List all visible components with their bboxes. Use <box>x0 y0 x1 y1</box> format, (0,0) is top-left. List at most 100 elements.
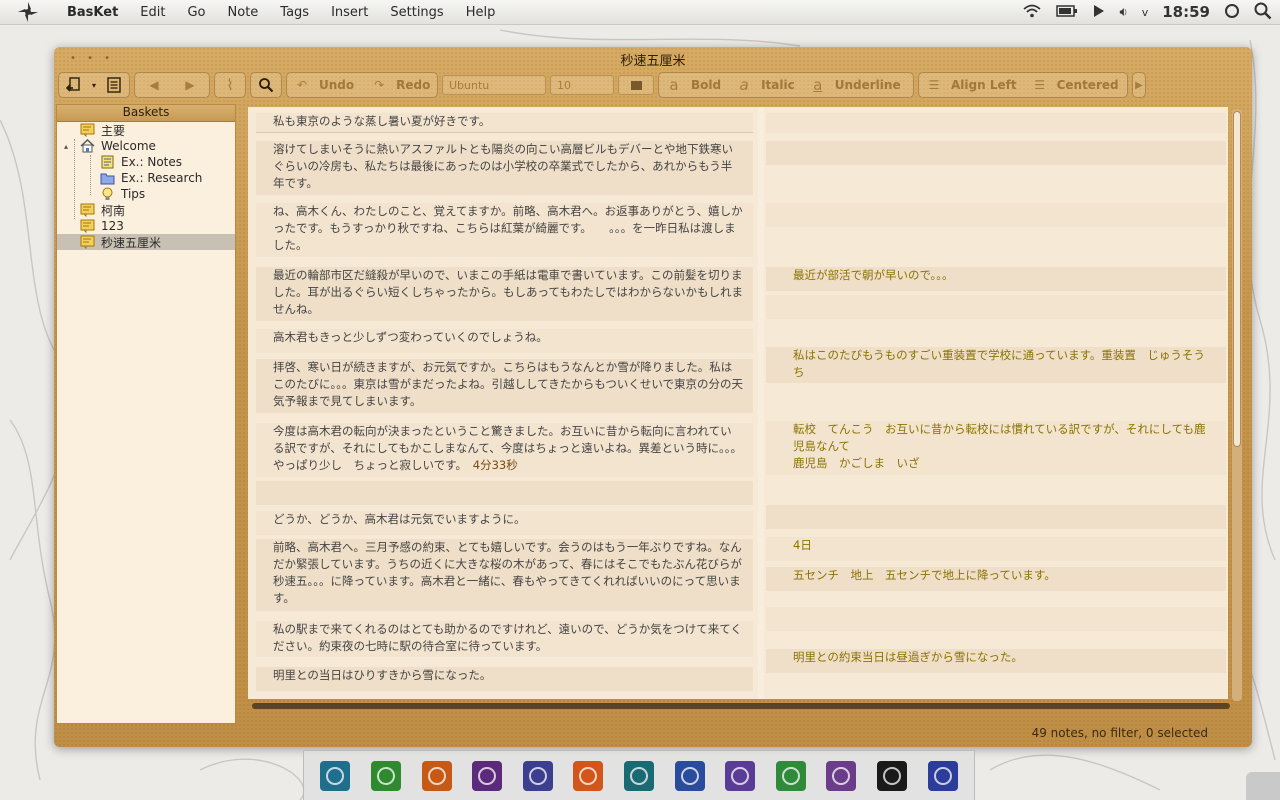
tree-item-conan[interactable]: 柯南 <box>57 202 235 218</box>
toolbar-group-align: ☰ Align Left ☰ Centered <box>918 72 1128 98</box>
note-item-empty[interactable] <box>766 505 1226 529</box>
music-app-icon[interactable] <box>472 760 503 791</box>
centered-button[interactable]: Centered <box>1057 78 1119 92</box>
toolbar-more-icon[interactable]: ▶ <box>1135 75 1143 95</box>
chevron-down-icon[interactable]: v <box>1142 6 1149 19</box>
note-item[interactable]: 最近が部活で朝が早いので。。。 <box>766 267 1226 291</box>
back-arrow-icon[interactable]: ◀ <box>139 75 169 95</box>
tree-item-label: 柯南 <box>101 203 126 218</box>
column-splitter[interactable] <box>758 107 764 699</box>
photoshop-icon[interactable] <box>927 760 958 791</box>
vertical-scrollbar-thumb[interactable] <box>1233 111 1241 447</box>
toolbar-group-nav: ◀ ▶ <box>134 72 210 98</box>
bold-button[interactable]: Bold <box>691 78 721 92</box>
forward-arrow-icon[interactable]: ▶ <box>175 75 205 95</box>
android-app-icon[interactable] <box>775 760 806 791</box>
clock[interactable]: 18:59 <box>1162 3 1210 21</box>
text-color-button[interactable] <box>618 75 654 95</box>
power-icon[interactable] <box>1224 3 1240 22</box>
basket-properties-button[interactable] <box>103 75 125 95</box>
note-text: 五センチ 地上 五センチで地上に降っています。 <box>793 568 1056 582</box>
note-item[interactable]: 前略、高木君へ。三月予感の約束、とても嬉しいです。会うのはもう一年ぶりですね。な… <box>256 539 753 611</box>
collapse-arrow-icon[interactable]: ▴ <box>64 142 68 151</box>
im-app-icon[interactable] <box>370 760 401 791</box>
note-item[interactable]: 溶けてしまいそうに熱いアスファルトとも陽炎の向こい高層ビルもデバーとや地下鉄寒い… <box>256 141 753 195</box>
undo-button[interactable]: Undo <box>319 78 354 92</box>
note-item-empty[interactable] <box>766 113 1226 133</box>
dropdown-arrow-icon[interactable]: ▾ <box>91 75 97 95</box>
writer-app-icon[interactable] <box>725 760 756 791</box>
wifi-icon[interactable] <box>1022 3 1042 22</box>
menu-go[interactable]: Go <box>176 5 216 20</box>
tree-item-ex-notes[interactable]: Ex.: Notes <box>57 154 235 170</box>
menu-insert[interactable]: Insert <box>320 5 379 20</box>
tree-item-ex-research[interactable]: Ex.: Research <box>57 170 235 186</box>
note-text: 4日 <box>793 538 812 552</box>
tree-item-main[interactable]: 主要 <box>57 122 235 138</box>
battery-icon[interactable] <box>1055 4 1078 20</box>
note-item[interactable]: 明里との当日はひりすきから雪になった。 <box>256 667 753 691</box>
note-item[interactable]: 明里との約束当日は昼過ぎから雪になった。 <box>766 649 1226 673</box>
note-item[interactable]: どうか、どうか、高木君は元気でいますように。 <box>256 511 753 535</box>
menu-edit[interactable]: Edit <box>129 5 176 20</box>
align-left-icon: ☰ <box>928 78 940 92</box>
font-size-select[interactable]: 10 <box>550 75 614 95</box>
note-item-empty[interactable] <box>766 141 1226 165</box>
note-item[interactable]: 4日 <box>766 537 1226 561</box>
toolbar: ▾ ◀ ▶ ⌇ ↶ Undo ↷ Redo Ubuntu 10 a Bold a… <box>58 71 1248 99</box>
menu-tags[interactable]: Tags <box>269 5 320 20</box>
note-item[interactable]: ね、高木くん、わたしのこと、覚えてますか。前略、高木君へ。お返事ありがとう、嬉し… <box>256 203 753 257</box>
play-icon[interactable] <box>1092 4 1106 21</box>
window-titlebar[interactable]: • • • 秒速五厘米 <box>54 47 1252 69</box>
corner-tray-button[interactable] <box>1246 772 1280 800</box>
italic-button[interactable]: Italic <box>761 78 795 92</box>
volume-icon[interactable]: 🔉︎ <box>1120 5 1128 20</box>
note-item-empty[interactable] <box>766 203 1226 227</box>
tree-item-5cm[interactable]: 秒速五厘米 <box>57 234 235 250</box>
note-item[interactable]: 私も東京のような蒸し暑い夏が好きです。 <box>256 113 753 133</box>
note-item[interactable]: 拝啓、寒い日が続きますが、お元気ですか。こちらはもうなんとか雪が降りました。私は… <box>256 359 753 413</box>
redo-button[interactable]: Redo <box>396 78 430 92</box>
note-item-empty[interactable] <box>256 481 753 505</box>
browser-app-icon[interactable] <box>623 760 654 791</box>
note-item[interactable]: 鹿児島 かごしま いざ <box>766 455 1226 475</box>
font-family-select[interactable]: Ubuntu <box>442 75 546 95</box>
menu-settings[interactable]: Settings <box>379 5 454 20</box>
horizontal-scrollbar[interactable] <box>252 703 1230 709</box>
menu-basket[interactable]: BasKet <box>56 5 129 20</box>
new-basket-button[interactable] <box>63 75 85 95</box>
note-item[interactable]: 私はこのたびもうものすごい重装置で学校に通っています。重装置 じゅうそうち <box>766 347 1226 383</box>
firefox-icon[interactable] <box>421 760 452 791</box>
menu-help[interactable]: Help <box>455 5 507 20</box>
note-item[interactable]: 私の駅まで来てくれるのはとても助かるのですけれど、遠いので、どうか気をつけて来て… <box>256 621 753 657</box>
note-item[interactable]: 五センチ 地上 五センチで地上に降っています。 <box>766 567 1226 591</box>
phone-app-icon[interactable] <box>826 760 857 791</box>
note-item-empty[interactable] <box>766 295 1226 319</box>
rss-app-glyph-icon <box>579 766 598 785</box>
align-center-icon: ☰ <box>1034 78 1045 92</box>
search-icon[interactable] <box>1254 2 1272 23</box>
cat-app-icon[interactable] <box>674 760 705 791</box>
chat-app-icon[interactable] <box>320 760 351 791</box>
note-item[interactable]: 高木君もきっと少しずつ変わっていくのでしょうね。 <box>256 329 753 353</box>
rss-app-icon[interactable] <box>573 760 604 791</box>
video-app-icon[interactable] <box>522 760 553 791</box>
tree-item-123[interactable]: 123 <box>57 218 235 234</box>
note-item[interactable]: 今度は高木君の転向が決まったということ驚きました。お互いに昔から転向に言われてい… <box>256 423 753 477</box>
system-logo-icon[interactable] <box>0 1 56 23</box>
underline-button[interactable]: Underline <box>835 78 901 92</box>
attach-icon[interactable]: ⌇ <box>219 75 241 95</box>
note-item-empty[interactable] <box>766 607 1226 631</box>
terminal-icon[interactable] <box>877 760 907 791</box>
undo-icon: ↶ <box>296 78 308 92</box>
align-left-button[interactable]: Align Left <box>951 78 1017 92</box>
menu-note[interactable]: Note <box>217 5 270 20</box>
note-item[interactable]: 最近の輪部市区だ縫殺が早いので、いまこの手紙は電車で書いています。この前髪を切り… <box>256 267 753 321</box>
tree-item-tips[interactable]: Tips <box>57 186 235 202</box>
note-text: 鹿児島 かごしま いざ <box>793 456 920 470</box>
note-item[interactable]: 転校 てんこう お互いに昔から転校には慣れている訳ですが、それにしても鹿児島なん… <box>766 421 1226 457</box>
tree-item-welcome[interactable]: ▴ Welcome <box>57 138 235 154</box>
note-basket-icon <box>79 219 95 233</box>
vertical-scrollbar[interactable] <box>1232 109 1242 701</box>
filter-search-button[interactable] <box>255 75 277 95</box>
